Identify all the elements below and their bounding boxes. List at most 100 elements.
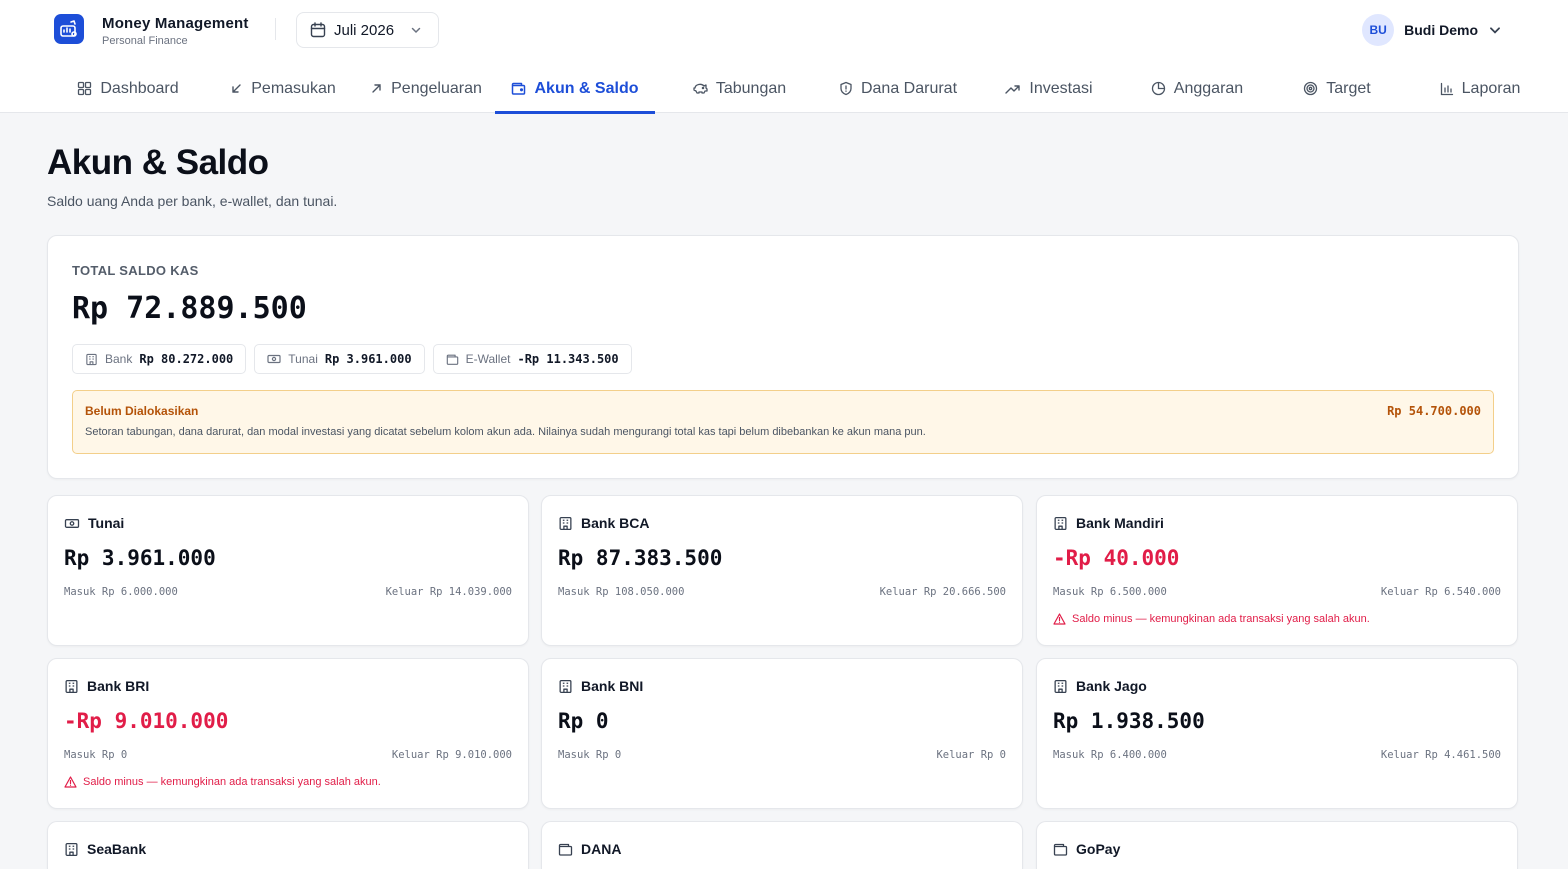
tab-label: Target (1326, 79, 1371, 97)
account-card-dana[interactable]: DANA (541, 821, 1023, 869)
account-balance: -Rp 9.010.000 (64, 709, 229, 733)
tab-laporan[interactable]: Laporan (1405, 64, 1555, 113)
cash-icon (64, 517, 80, 530)
calendar-icon (310, 22, 326, 38)
account-balance: Rp 3.961.000 (64, 546, 216, 570)
tab-anggaran[interactable]: Anggaran (1125, 64, 1269, 113)
total-balance-card: TOTAL SALDO KAS Rp 72.889.500 Bank Rp 80… (47, 235, 1519, 479)
tab-pemasukan[interactable]: Pemasukan (209, 64, 357, 113)
bank-icon (1053, 679, 1068, 694)
arrow-up-right-icon (370, 82, 383, 95)
chip-label: Tunai (288, 352, 318, 366)
bank-icon (558, 516, 573, 531)
tab-label: Dashboard (100, 79, 179, 97)
balance-breakdown: Bank Rp 80.272.000 Tunai Rp 3.961.000 E-… (72, 344, 632, 374)
bank-icon (558, 679, 573, 694)
page-subtitle: Saldo uang Anda per bank, e-wallet, dan … (47, 193, 338, 209)
account-income: Masuk Rp 6.500.000 (1053, 586, 1167, 598)
tab-tabungan[interactable]: Tabungan (655, 64, 823, 113)
account-income: Masuk Rp 6.000.000 (64, 586, 178, 598)
account-balance: -Rp 40.000 (1053, 546, 1180, 570)
account-name: Bank Mandiri (1076, 515, 1164, 531)
account-expense: Keluar Rp 4.461.500 (1380, 749, 1501, 761)
header-divider (275, 18, 276, 40)
account-card-bank-bca[interactable]: Bank BCA Rp 87.383.500 Masuk Rp 108.050.… (541, 495, 1023, 646)
bar-chart-icon (1440, 82, 1454, 96)
account-card-bank-jago[interactable]: Bank Jago Rp 1.938.500 Masuk Rp 6.400.00… (1036, 658, 1518, 809)
account-header: Tunai (64, 515, 124, 531)
tab-label: Pemasukan (251, 79, 336, 97)
trending-up-icon (1005, 83, 1021, 95)
total-label: TOTAL SALDO KAS (72, 263, 199, 278)
pie-chart-icon (1151, 81, 1166, 96)
chip-tunai: Tunai Rp 3.961.000 (254, 344, 425, 374)
tab-target[interactable]: Target (1269, 64, 1405, 113)
wallet-icon (558, 842, 573, 857)
account-card-bank-bni[interactable]: Bank BNI Rp 0 Masuk Rp 0 Keluar Rp 0 (541, 658, 1023, 809)
account-name: Bank BNI (581, 678, 644, 694)
account-expense: Keluar Rp 20.666.500 (879, 586, 1006, 598)
account-income: Masuk Rp 0 (558, 749, 622, 761)
negative-balance-warning: Saldo minus — kemungkinan ada transaksi … (64, 776, 381, 788)
wallet-icon (446, 353, 459, 366)
account-header: Bank BRI (64, 678, 149, 694)
account-name: GoPay (1076, 841, 1121, 857)
account-income: Masuk Rp 0 (64, 749, 128, 761)
chip-bank: Bank Rp 80.272.000 (72, 344, 247, 374)
account-expense: Keluar Rp 9.010.000 (391, 749, 512, 761)
account-card-seabank[interactable]: SeaBank (47, 821, 529, 869)
account-card-bank-mandiri[interactable]: Bank Mandiri -Rp 40.000 Masuk Rp 6.500.0… (1036, 495, 1518, 646)
avatar: BU (1362, 14, 1395, 46)
tab-dana-darurat[interactable]: Dana Darurat (823, 64, 973, 113)
chip-amount: -Rp 11.343.500 (517, 352, 619, 366)
account-income: Masuk Rp 108.050.000 (558, 586, 685, 598)
tab-label: Akun & Saldo (534, 79, 639, 97)
app-title: Money Management (102, 15, 249, 32)
month-label: Juli 2026 (334, 21, 395, 39)
tab-pengeluaran[interactable]: Pengeluaran (357, 64, 495, 113)
tab-akun-saldo[interactable]: Akun & Saldo (495, 64, 655, 114)
bank-icon (64, 842, 79, 857)
warning-triangle-icon (1053, 613, 1066, 625)
negative-balance-warning: Saldo minus — kemungkinan ada transaksi … (1053, 613, 1370, 625)
account-card-bank-bri[interactable]: Bank BRI -Rp 9.010.000 Masuk Rp 0 Keluar… (47, 658, 529, 809)
account-card-tunai[interactable]: Tunai Rp 3.961.000 Masuk Rp 6.000.000 Ke… (47, 495, 529, 646)
warning-text: Saldo minus — kemungkinan ada transaksi … (1072, 613, 1370, 625)
warning-text: Saldo minus — kemungkinan ada transaksi … (83, 776, 381, 788)
shield-icon (839, 81, 853, 96)
account-name: Bank Jago (1076, 678, 1147, 694)
total-value: Rp 72.889.500 (72, 291, 307, 326)
user-menu[interactable]: BU Budi Demo (1362, 13, 1502, 47)
tab-investasi[interactable]: Investasi (973, 64, 1125, 113)
user-name: Budi Demo (1404, 22, 1478, 38)
chevron-down-icon (1488, 23, 1502, 37)
account-name: Bank BRI (87, 678, 150, 694)
account-balance: Rp 1.938.500 (1053, 709, 1205, 733)
account-header: Bank BCA (558, 515, 649, 531)
account-header: Bank BNI (558, 678, 643, 694)
account-expense: Keluar Rp 6.540.000 (1380, 586, 1501, 598)
tab-dashboard[interactable]: Dashboard (47, 64, 209, 113)
account-name: SeaBank (87, 841, 147, 857)
tab-label: Tabungan (715, 79, 787, 97)
account-header: GoPay (1053, 841, 1120, 857)
account-card-gopay[interactable]: GoPay (1036, 821, 1518, 869)
chip-label: E-Wallet (465, 352, 511, 366)
bank-icon (64, 679, 79, 694)
account-name: Bank BCA (581, 515, 650, 531)
notice-title: Belum Dialokasikan (85, 404, 199, 418)
warning-triangle-icon (64, 776, 77, 788)
app-logo-icon[interactable] (54, 14, 84, 44)
tab-label: Laporan (1461, 79, 1521, 97)
app-subtitle: Personal Finance (102, 35, 188, 47)
account-balance: Rp 0 (558, 709, 609, 733)
bank-icon (1053, 516, 1068, 531)
chevron-down-icon (410, 24, 422, 36)
month-picker[interactable]: Juli 2026 (296, 12, 439, 48)
piggy-bank-icon (692, 81, 708, 96)
account-header: SeaBank (64, 841, 146, 857)
notice-text: Setoran tabungan, dana darurat, dan moda… (85, 426, 926, 438)
cash-icon (267, 353, 281, 365)
account-expense: Keluar Rp 14.039.000 (385, 586, 512, 598)
wallet-icon (1053, 842, 1068, 857)
